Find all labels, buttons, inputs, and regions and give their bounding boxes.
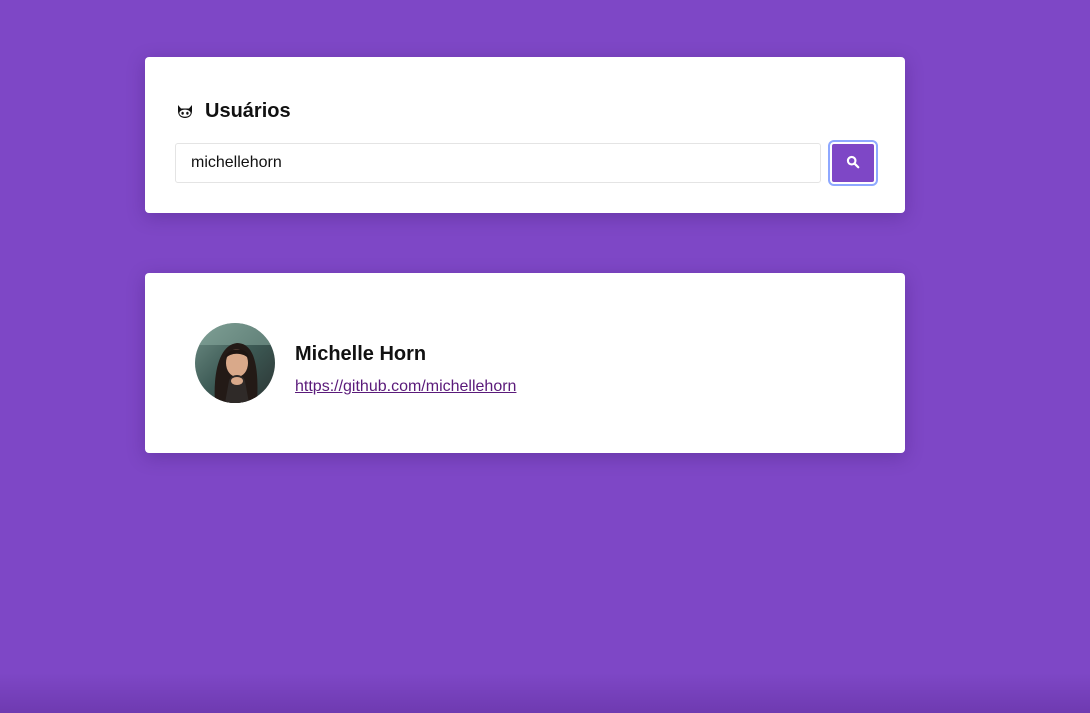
search-header: Usuários xyxy=(175,100,291,122)
profile-link[interactable]: https://github.com/michellehorn xyxy=(295,378,516,396)
search-button[interactable] xyxy=(830,142,876,184)
user-name: Michelle Horn xyxy=(295,343,427,365)
background-shade xyxy=(0,673,1090,713)
search-icon xyxy=(846,155,860,172)
search-input[interactable] xyxy=(175,143,821,183)
search-panel: Usuários xyxy=(145,57,905,213)
page-title: Usuários xyxy=(205,99,291,122)
user-result-card: Michelle Horn https://github.com/michell… xyxy=(145,273,905,453)
avatar xyxy=(195,323,275,403)
github-icon xyxy=(175,101,195,121)
